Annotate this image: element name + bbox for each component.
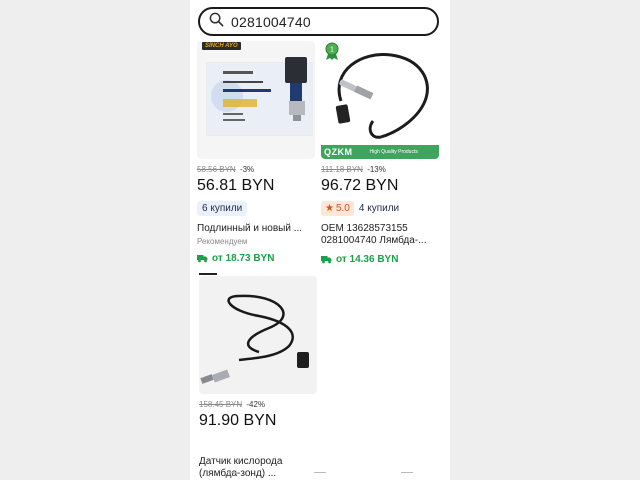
current-price: 96.72 BYN — [321, 177, 399, 194]
product-title-line-1: Датчик кислорода — [199, 456, 283, 467]
bought-count: 4 купили — [358, 203, 400, 214]
old-price-row: 58.56 BYN -3% — [197, 165, 315, 175]
current-price: 56.81 BYN — [197, 177, 275, 194]
product-card-2[interactable]: 1 QZKM High Quality Products 111.18 BYN … — [321, 41, 439, 265]
brand-tagline: High Quality Products — [369, 149, 418, 155]
recommended-label: Рекомендуем — [197, 237, 248, 246]
product-title[interactable]: OEM 13628573155 0281004740 Лямбда-... — [321, 223, 439, 247]
rating-badge: ★ 5.0 — [321, 201, 354, 216]
product-image[interactable]: 1 QZKM High Quality Products — [321, 41, 439, 159]
old-price: 111.18 BYN — [321, 165, 363, 174]
product-title[interactable]: Подлинный и новый ... — [197, 223, 315, 235]
product-title-line-2: 0281004740 Лямбда-... — [321, 235, 427, 246]
brand-name: QZKM — [324, 147, 353, 157]
search-query[interactable]: 0281004740 — [231, 14, 311, 30]
old-price-row: 158.45 BYN -42% — [199, 400, 317, 410]
shipping-price: от 18.73 BYN — [212, 253, 275, 264]
search-icon — [209, 12, 224, 32]
old-price: 58.56 BYN — [197, 165, 236, 174]
product-card-3[interactable]: 158.45 BYN -42% 91.90 BYN Датчик кислоро… — [199, 276, 317, 480]
rating-row: ★ 5.0 4 купили — [321, 201, 439, 216]
tab-indicator — [400, 472, 413, 475]
discount-percent: -42% — [246, 400, 266, 409]
shipping-info: от 18.73 BYN — [197, 253, 315, 264]
brand-strip: QZKM High Quality Products — [321, 145, 439, 159]
product-image[interactable] — [199, 276, 317, 394]
tab-indicator — [227, 472, 240, 475]
phone-screen: 0281004740 SINCH AYO 58.56 BYN -3% 56.81… — [190, 0, 450, 480]
discount-percent: -3% — [239, 165, 255, 174]
shipping-price: от 14.36 BYN — [336, 254, 399, 265]
search-bar[interactable]: 0281004740 — [198, 7, 439, 36]
store-logo: SINCH AYO — [202, 42, 241, 50]
medal-icon: 1 — [325, 42, 339, 60]
bought-badge: 6 купили — [197, 201, 248, 216]
discount-percent: -13% — [367, 165, 386, 174]
image-progress-bar — [199, 273, 217, 275]
old-price-row: 111.18 BYN -13% — [321, 165, 439, 175]
svg-text:1: 1 — [330, 47, 334, 54]
rating-value: 5.0 — [335, 203, 350, 214]
old-price: 158.45 BYN — [199, 400, 243, 409]
product-image[interactable]: SINCH AYO — [197, 41, 315, 159]
product-card-1[interactable]: SINCH AYO 58.56 BYN -3% 56.81 BYN 6 купи… — [197, 41, 315, 264]
truck-icon — [321, 255, 332, 264]
truck-icon — [197, 254, 208, 263]
bottom-edge — [190, 472, 450, 480]
shipping-info: от 14.36 BYN — [321, 254, 439, 265]
current-price: 91.90 BYN — [199, 412, 277, 429]
product-title-line-1: OEM 13628573155 — [321, 223, 408, 234]
star-icon: ★ — [325, 203, 334, 214]
tab-indicator — [313, 472, 326, 475]
